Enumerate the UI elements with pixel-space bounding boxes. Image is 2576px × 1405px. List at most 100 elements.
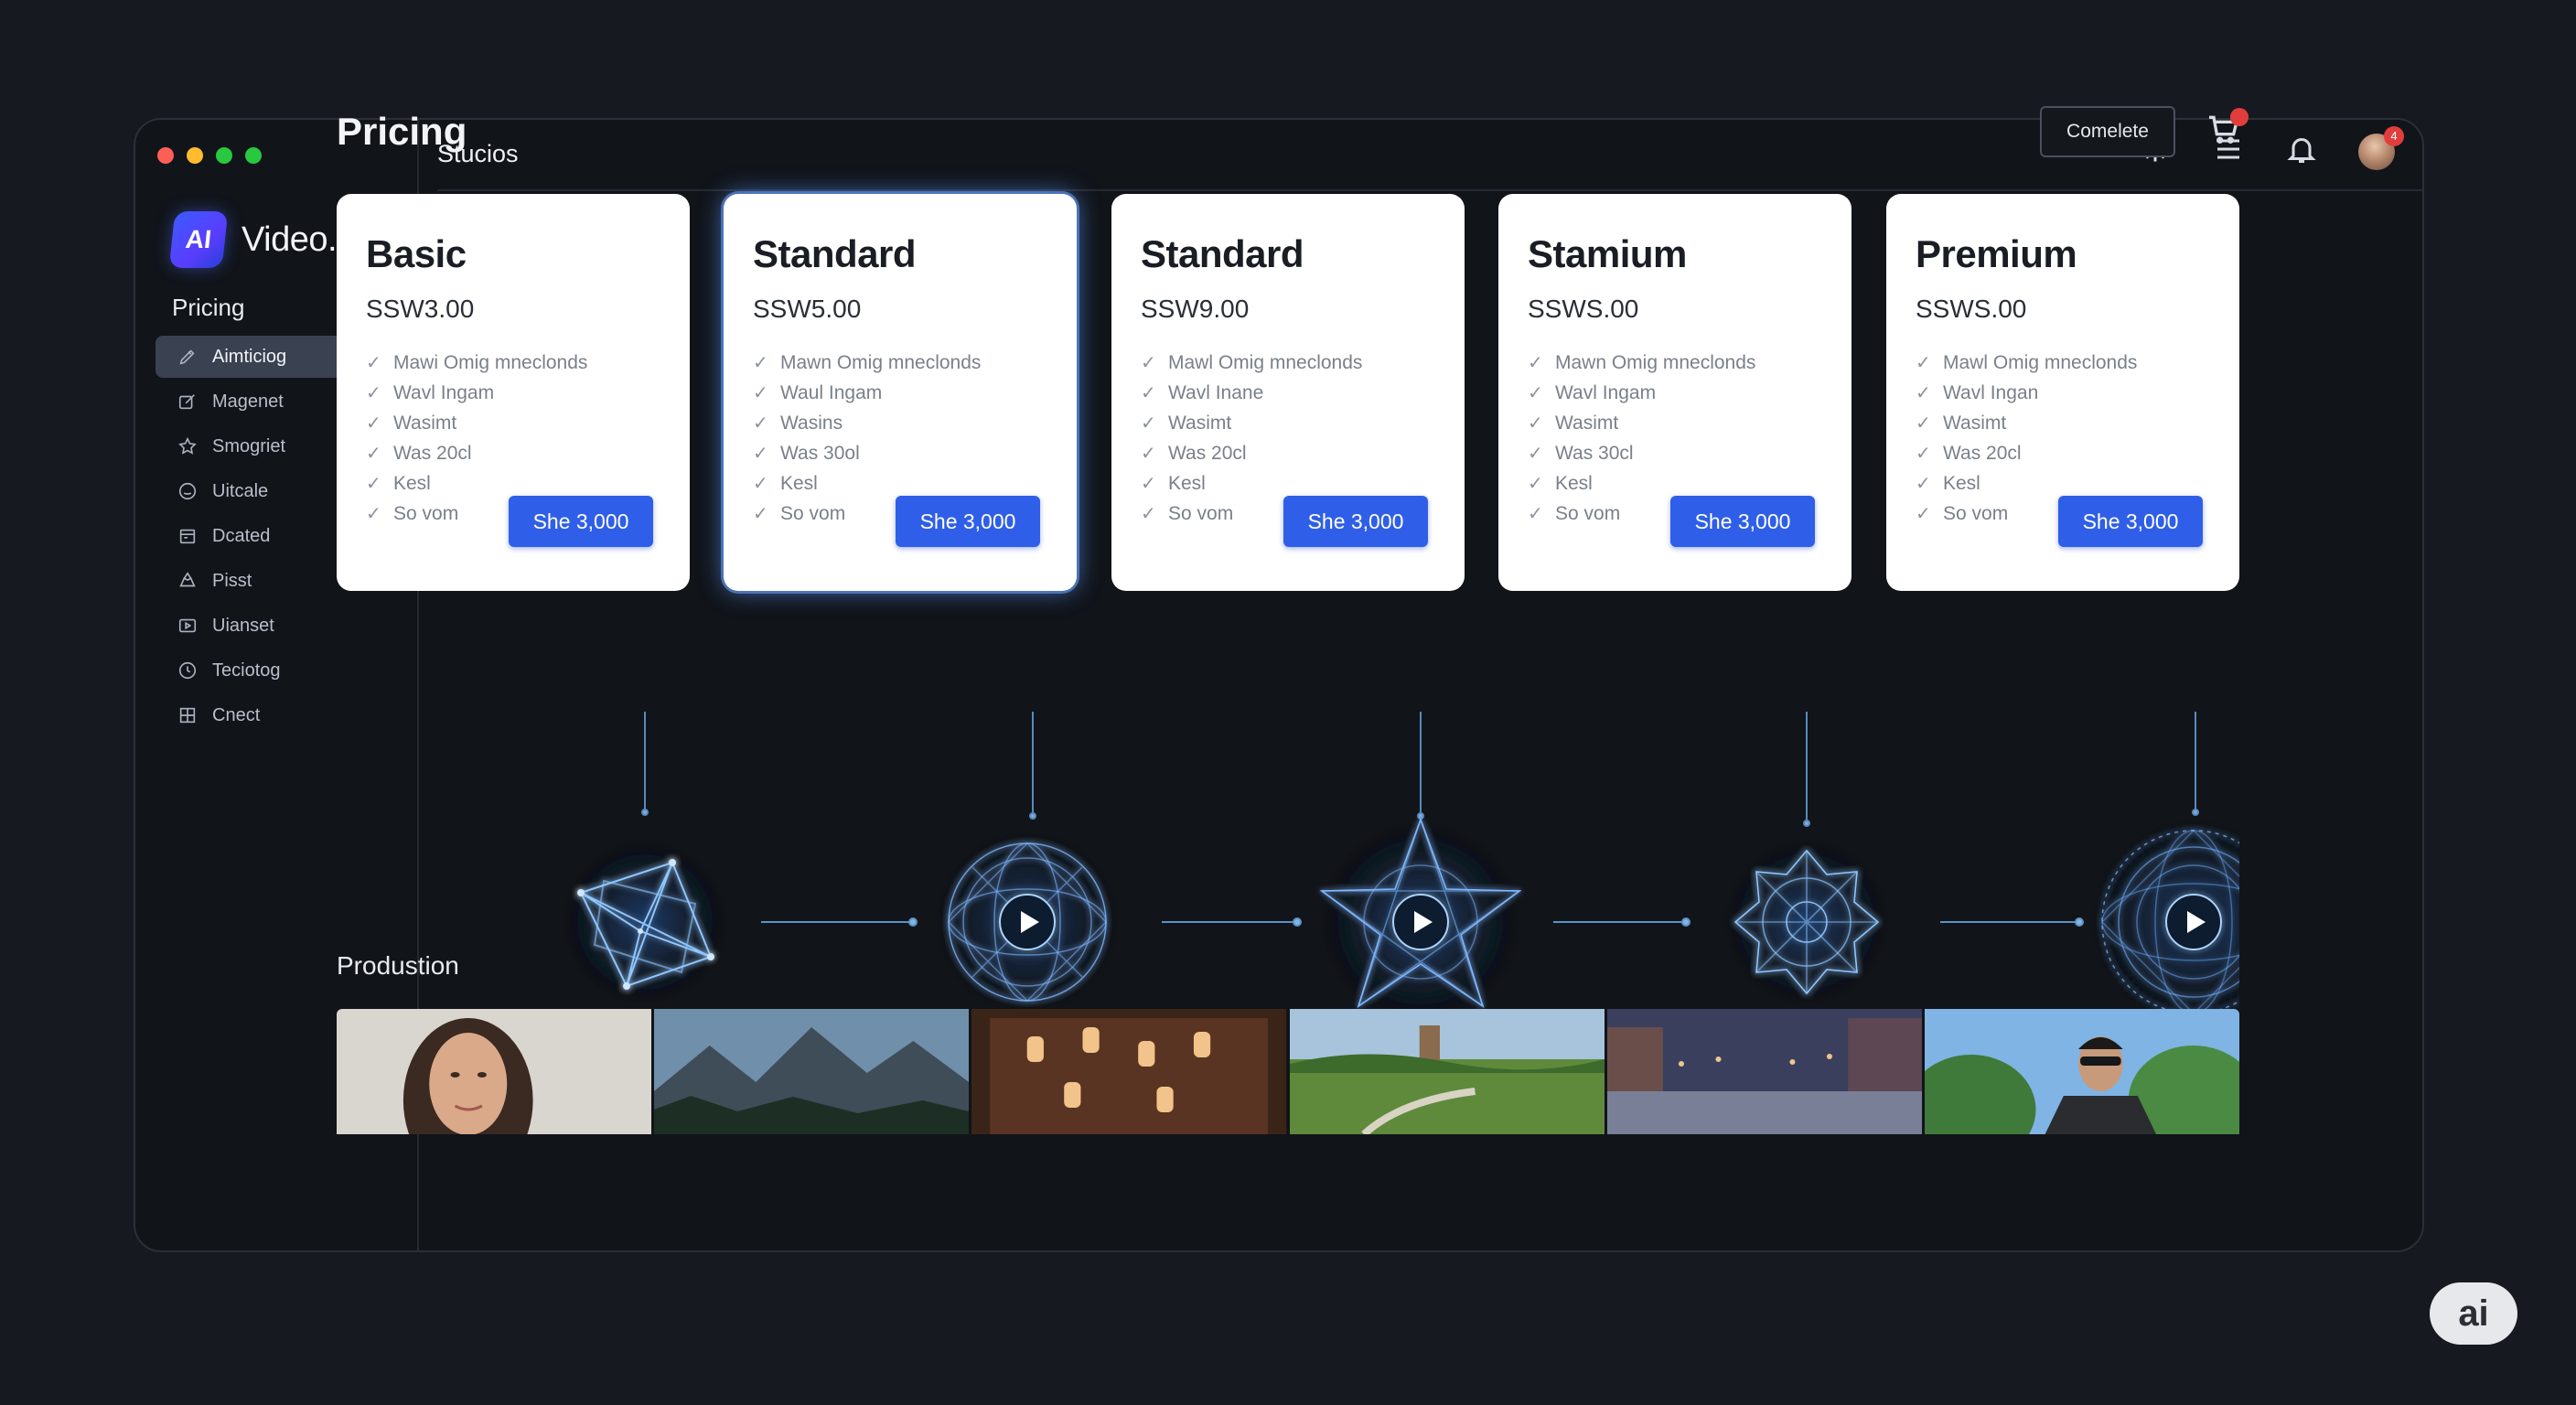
pricing-cards: Basic SSW3.00 ✓ Mawi Omig mneclonds ✓ Wavl… xyxy=(337,194,2239,593)
feature-item: ✓ Mawn Omig mneclonds xyxy=(1528,351,1756,374)
feature-item: ✓ Mawn Omig mneclonds xyxy=(753,351,982,374)
brand-logo-icon: AI xyxy=(168,211,229,268)
feature-item: ✓ Kesl xyxy=(1916,472,1980,495)
plan-title: Basic xyxy=(366,232,467,275)
edit-icon xyxy=(177,347,198,367)
sidebar-item-label: Uitcale xyxy=(212,480,269,501)
video-icon xyxy=(177,616,198,636)
check-icon: ✓ xyxy=(1141,444,1156,464)
node-crystal[interactable] xyxy=(563,840,727,1004)
sidebar-item-label: Dcated xyxy=(212,525,271,546)
plan-select-button[interactable]: She 3,000 xyxy=(2058,496,2203,547)
feature-item: ✓ Kesl xyxy=(1141,472,1206,495)
check-icon: ✓ xyxy=(1528,383,1543,403)
feature-item: ✓ Wasimt xyxy=(1528,412,1619,434)
brand[interactable]: AI Video.io xyxy=(168,211,363,268)
feature-item: ✓ Was 20cl xyxy=(1916,442,2022,465)
cart-icon xyxy=(2205,115,2241,150)
thumbnail-lantern-street[interactable] xyxy=(971,1009,1287,1134)
thumbnail-portrait-woman[interactable] xyxy=(337,1009,652,1134)
feature-item: ✓ Kesl xyxy=(1528,472,1593,495)
check-icon: ✓ xyxy=(366,353,381,373)
check-icon: ✓ xyxy=(1916,353,1931,373)
check-icon: ✓ xyxy=(366,504,381,524)
feature-item: ✓ Waul Ingam xyxy=(753,381,883,404)
feature-item: ✓ Was 20cl xyxy=(1141,442,1247,465)
cart-badge xyxy=(2230,108,2249,126)
pricing-card-premium: Premium SSWS.00 ✓ Mawl Omig mneclonds ✓ Wa… xyxy=(1886,194,2239,591)
plan-select-button[interactable]: She 3,000 xyxy=(509,496,653,547)
node-star-play[interactable] xyxy=(1319,817,1522,1023)
check-icon: ✓ xyxy=(1528,474,1543,494)
feature-item: ✓ Was 30cl xyxy=(1528,442,1634,465)
check-icon: ✓ xyxy=(1916,504,1931,524)
complete-button[interactable]: Comelete xyxy=(2040,106,2175,157)
check-icon: ✓ xyxy=(753,413,768,434)
check-icon: ✓ xyxy=(753,504,768,524)
check-icon: ✓ xyxy=(1916,474,1931,494)
plan-title: Standard xyxy=(1141,232,1304,275)
feature-item: ✓ Wasimt xyxy=(1141,412,1232,434)
thumbnail-man-sunglasses[interactable] xyxy=(1924,1009,2239,1134)
check-icon: ✓ xyxy=(1141,504,1156,524)
plan-price: SSW5.00 xyxy=(753,295,862,323)
bell-icon[interactable] xyxy=(2285,133,2318,170)
check-icon: ✓ xyxy=(753,474,768,494)
check-icon: ✓ xyxy=(1141,383,1156,403)
check-icon: ✓ xyxy=(1528,413,1543,434)
feature-item: ✓ Wavl Ingam xyxy=(1528,381,1657,404)
check-icon: ✓ xyxy=(1916,444,1931,464)
window-controls xyxy=(157,147,262,164)
clock-icon xyxy=(177,660,198,681)
feature-item: ✓ Wasimt xyxy=(366,412,457,434)
plan-network-visual xyxy=(563,712,2239,1024)
sidebar-item-label: Uianset xyxy=(212,615,274,636)
feature-item: ✓ Mawi Omig mneclonds xyxy=(366,351,588,374)
check-icon: ✓ xyxy=(753,353,768,373)
check-icon: ✓ xyxy=(366,413,381,434)
plan-price: SSW9.00 xyxy=(1141,295,1250,323)
card-connectors xyxy=(641,712,2199,827)
feature-item: ✓ Kesl xyxy=(366,472,431,495)
plan-select-button[interactable]: She 3,000 xyxy=(1283,496,1428,547)
share-icon xyxy=(177,571,198,591)
thumbnail-mountains[interactable] xyxy=(654,1009,970,1134)
feature-item: ✓ Kesl xyxy=(753,472,818,495)
extra-window-button[interactable] xyxy=(245,147,262,164)
feature-item: ✓ Wasins xyxy=(753,412,843,434)
feature-item: ✓ Wavl Ingan xyxy=(1916,381,2039,404)
feature-item: ✓ Mawl Omig mneclonds xyxy=(1141,351,1363,374)
cart-button[interactable] xyxy=(2205,108,2249,154)
production-section-title: Produstion xyxy=(337,951,459,980)
maximize-window-button[interactable] xyxy=(216,147,232,164)
plan-title: Stamium xyxy=(1528,232,1687,275)
node-sphere-play-2[interactable] xyxy=(2091,820,2239,1024)
thumbnail-city-plaza[interactable] xyxy=(1606,1009,1922,1134)
sidebar-item-label: Pisst xyxy=(212,570,252,591)
minimize-window-button[interactable] xyxy=(187,147,203,164)
check-icon: ✓ xyxy=(1528,504,1543,524)
check-icon: ✓ xyxy=(1141,413,1156,434)
feature-item: ✓ Was 30ol xyxy=(753,442,860,465)
feature-item: ✓ Wavl Inane xyxy=(1141,381,1264,404)
check-icon: ✓ xyxy=(1916,383,1931,403)
top-actions: 4 xyxy=(2139,125,2404,170)
check-icon: ✓ xyxy=(366,383,381,403)
check-icon: ✓ xyxy=(1141,474,1156,494)
close-window-button[interactable] xyxy=(157,147,174,164)
sidebar-item-label: Magenet xyxy=(212,391,284,412)
thumbnail-park-landscape[interactable] xyxy=(1289,1009,1605,1134)
avatar[interactable]: 4 xyxy=(2358,125,2404,170)
plan-select-button[interactable]: She 3,000 xyxy=(1670,496,1815,547)
plan-price: SSW3.00 xyxy=(366,295,475,323)
page-title: Pricing xyxy=(337,110,467,153)
pricing-card-basic: Basic SSW3.00 ✓ Mawi Omig mneclonds ✓ Wavl… xyxy=(337,194,690,591)
star-icon xyxy=(177,436,198,456)
node-mandala[interactable] xyxy=(1724,840,1889,1004)
corner-ai-badge: ai xyxy=(2430,1282,2517,1345)
check-icon: ✓ xyxy=(1916,413,1931,434)
plan-select-button[interactable]: She 3,000 xyxy=(896,496,1040,547)
check-icon: ✓ xyxy=(366,474,381,494)
pricing-card-standard: Standard SSW5.00 ✓ Mawn Omig mneclonds ✓ W… xyxy=(724,194,1077,591)
node-sphere-play[interactable] xyxy=(936,831,1119,1014)
